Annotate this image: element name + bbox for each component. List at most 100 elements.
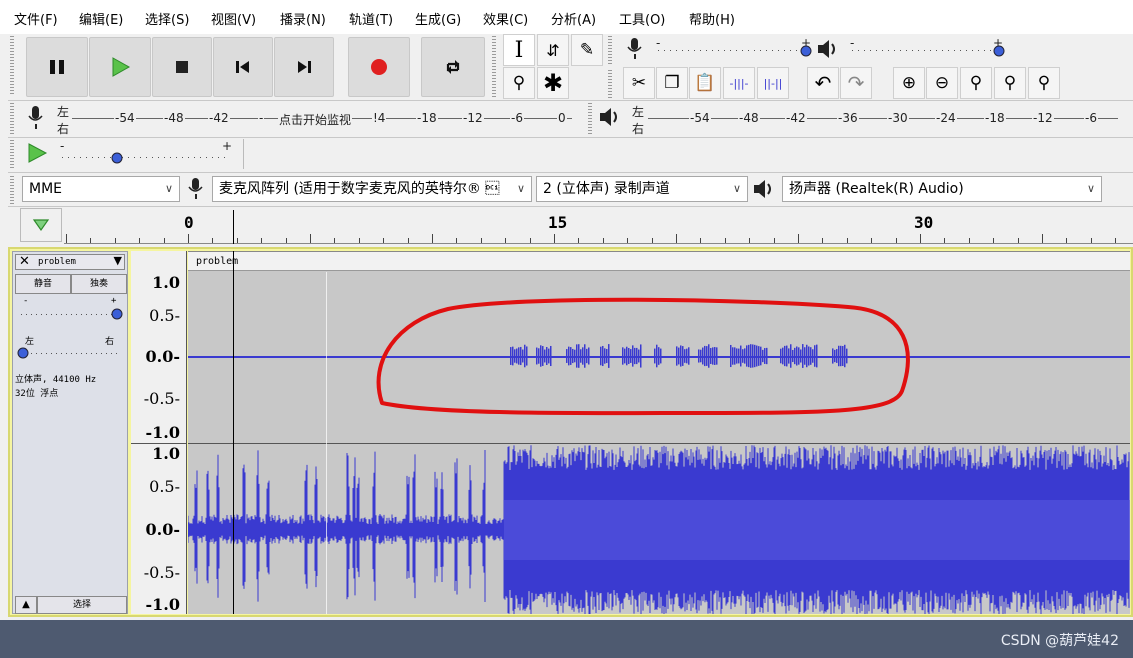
ruler-tick	[358, 238, 360, 243]
play-meter-tick: -36	[837, 111, 859, 125]
trim-button[interactable]: -|||-	[723, 67, 755, 99]
timeline-mark: 30	[914, 213, 934, 232]
fit-selection-button[interactable]: ⚲	[960, 67, 992, 99]
rec-meter-mic-icon[interactable]	[26, 104, 46, 132]
play-button[interactable]	[89, 37, 151, 97]
loop-button[interactable]	[421, 37, 485, 97]
waveform-burst	[572, 348, 574, 364]
menu-item[interactable]: 播录(N)	[280, 9, 326, 28]
waveform-burst	[622, 347, 624, 365]
menu-item[interactable]: 帮助(H)	[689, 9, 735, 28]
menu-item[interactable]: 效果(C)	[483, 9, 528, 28]
output-device-select[interactable]: 扬声器 (Realtek(R) Audio) ∨	[782, 176, 1102, 202]
selection-tool-button[interactable]: I	[503, 34, 535, 66]
toolbar-grip[interactable]	[10, 36, 14, 96]
clip-header[interactable]: problem	[188, 251, 1130, 271]
ruler-tick	[773, 238, 775, 243]
record-button[interactable]	[348, 37, 410, 97]
menu-item[interactable]: 编辑(E)	[79, 9, 123, 28]
toolbar-grip[interactable]	[10, 103, 14, 135]
input-channels-select[interactable]: 2 (立体声) 录制声道 ∨	[536, 176, 748, 202]
rec-volume-slider-track[interactable]	[658, 50, 808, 51]
track-menu-dropdown-icon[interactable]: ▼	[114, 254, 122, 267]
undo-button[interactable]: ↶	[807, 67, 839, 99]
timeline-ruler[interactable]: 0 15 30	[64, 208, 1133, 244]
skip-end-button[interactable]	[274, 37, 334, 97]
zoom-out-button[interactable]: ⊖	[926, 67, 958, 99]
rec-volume-thumb[interactable]	[799, 44, 813, 58]
selection-marker-line	[326, 272, 327, 614]
waveform-burst	[686, 348, 688, 364]
gain-slider[interactable]	[21, 314, 117, 315]
copy-button[interactable]: ❐	[656, 67, 688, 99]
waveform-burst	[630, 349, 632, 363]
waveform-burst	[758, 346, 760, 366]
gain-thumb[interactable]	[111, 308, 123, 320]
pan-thumb[interactable]	[17, 347, 29, 359]
mute-button[interactable]: 静音	[15, 274, 71, 294]
output-device-speaker-icon	[754, 180, 771, 198]
play-volume-slider-track[interactable]	[852, 50, 1002, 51]
menu-item[interactable]: 文件(F)	[14, 9, 58, 28]
waveform-burst	[764, 348, 766, 364]
play-volume-thumb[interactable]	[992, 44, 1006, 58]
skip-start-button[interactable]	[213, 37, 273, 97]
menu-item[interactable]: 分析(A)	[551, 9, 596, 28]
select-track-button[interactable]: 选择	[37, 596, 127, 614]
collapse-track-button[interactable]: ▲	[15, 596, 37, 614]
fit-project-button[interactable]: ⚲	[994, 67, 1026, 99]
toolbar-grip[interactable]	[10, 176, 14, 204]
menu-item[interactable]: 工具(O)	[619, 9, 665, 28]
waveform-canvas[interactable]	[188, 251, 1130, 614]
play-meter-speaker-icon[interactable]	[598, 106, 624, 128]
amplitude-ruler[interactable]: 1.0 0.5- 0.0- -0.5- -1.0 1.0 0.5- 0.0- -…	[131, 251, 187, 614]
ruler-tick	[505, 238, 507, 243]
close-track-icon[interactable]: ✕	[19, 254, 30, 269]
waveform-burst	[602, 345, 604, 367]
waveform-area[interactable]: problem	[188, 251, 1130, 614]
multi-tool-button[interactable]: ✱	[537, 67, 569, 99]
toolbar-grip[interactable]	[608, 36, 612, 64]
rec-meter-right-label: 右	[57, 122, 70, 136]
zoom-in-button[interactable]: ⊕	[893, 67, 925, 99]
audio-host-select[interactable]: MME ∨	[22, 176, 180, 202]
watermark-text: CSDN @葫芦娃42	[1000, 633, 1119, 649]
cut-button[interactable]: ✂	[623, 67, 655, 99]
paste-button[interactable]: 📋	[689, 67, 721, 99]
waveform-burst	[812, 349, 814, 363]
pause-button[interactable]	[26, 37, 88, 97]
waveform-burst	[794, 347, 796, 365]
rec-meter-tick[interactable]: 点击开始监视	[278, 111, 353, 128]
ruler-tick	[822, 238, 824, 243]
play-speed-slider-track[interactable]	[62, 157, 230, 158]
timeline-options-button[interactable]	[20, 208, 62, 242]
stop-button[interactable]	[152, 37, 212, 97]
menu-item[interactable]: 生成(G)	[415, 9, 461, 28]
menu-item[interactable]: 选择(S)	[145, 9, 189, 28]
skip-end-icon	[298, 61, 311, 73]
zoom-tool-button[interactable]: ⚲	[503, 67, 535, 99]
solo-button[interactable]: 独奏	[71, 274, 127, 294]
envelope-tool-button[interactable]: ⇵	[537, 34, 569, 66]
silence-button[interactable]: ||-||	[757, 67, 789, 99]
redo-button[interactable]: ↷	[840, 67, 872, 99]
ruler-tick	[993, 238, 995, 243]
amp-label: -0.5-	[143, 389, 180, 408]
pan-slider[interactable]	[21, 353, 117, 354]
menu-item[interactable]: 轨道(T)	[349, 9, 393, 28]
waveform-burst	[632, 345, 634, 367]
trim-audio-icon: -|||-	[729, 76, 749, 90]
play-speed-thumb[interactable]	[110, 151, 124, 165]
draw-tool-button[interactable]: ✎	[571, 34, 603, 66]
toolbar-grip[interactable]	[492, 36, 496, 98]
input-device-select[interactable]: 麦克风阵列 (适用于数字麦克风的英特尔®  ∨	[212, 176, 532, 202]
rec-meter-tick: -48	[163, 111, 185, 125]
play-at-speed-button[interactable]	[26, 142, 48, 164]
zoom-toggle-button[interactable]: ⚲	[1028, 67, 1060, 99]
toolbar-grip[interactable]	[10, 140, 14, 168]
toolbar-grip[interactable]	[588, 103, 592, 135]
rec-meter-tick: -42	[208, 111, 230, 125]
toolbar-grip[interactable]	[608, 70, 612, 98]
track-name[interactable]: problem	[38, 257, 76, 267]
menu-item[interactable]: 视图(V)	[211, 9, 256, 28]
